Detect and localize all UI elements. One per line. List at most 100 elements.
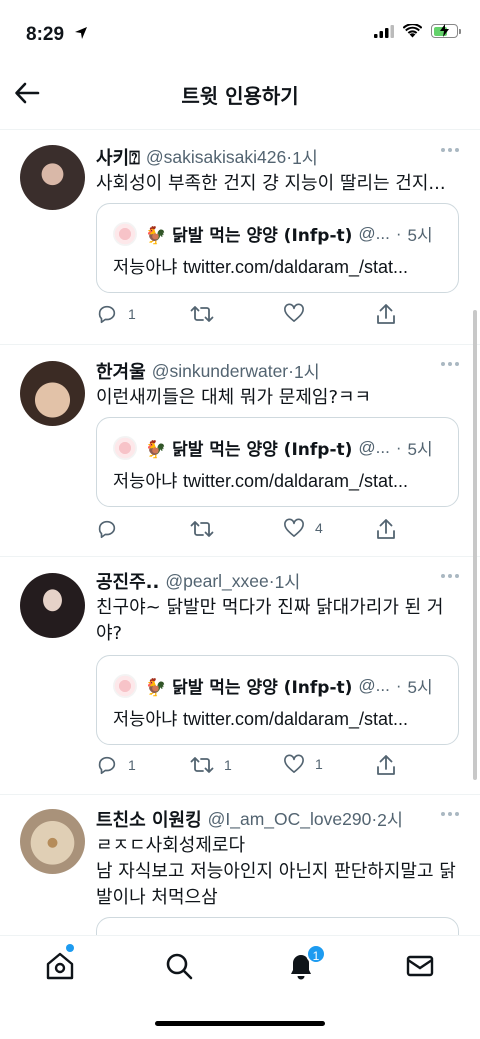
display-name[interactable]: 한겨울 (96, 359, 146, 383)
retweet-icon (190, 757, 214, 773)
quoted-display-name: 🐓 닭발 먹는 양양 (Infp-t) (145, 226, 353, 246)
display-name[interactable]: 트친소 이원킹 (96, 807, 202, 831)
quoted-tweet-card[interactable]: 🐓 닭발 먹는 양양 (Infp-t) @... · 5시 저능아냐 twitt… (96, 655, 459, 745)
username[interactable]: @sakisakisaki426 (146, 147, 286, 168)
page-header: 트윗 인용하기 (0, 70, 480, 130)
wifi-icon (403, 24, 422, 38)
retweet-count: 1 (224, 757, 232, 773)
scrollbar[interactable] (473, 310, 477, 780)
retweet-button[interactable] (190, 303, 224, 325)
username[interactable]: @pearl_xxee (165, 571, 268, 592)
quoted-tweet-card[interactable] (96, 917, 459, 935)
avatar[interactable] (20, 809, 85, 874)
like-button[interactable]: 4 (283, 518, 323, 538)
quoted-timestamp: 5시 (407, 678, 433, 697)
tweet-text-line-1: ㄹㅈㄷ사회성제로다 (96, 835, 246, 856)
tweet-item[interactable]: 사키⍰ @sakisakisaki426 · 1시 사회성이 부족한 건지 걍 … (0, 131, 480, 345)
quoted-text-prefix: 저능아냐 (113, 710, 183, 730)
quoted-tweet-link[interactable]: twitter.com/daldaram_/stat... (183, 471, 408, 491)
share-button[interactable] (376, 303, 396, 325)
reply-button[interactable] (96, 518, 128, 540)
retweet-button[interactable]: 1 (190, 754, 232, 776)
reply-count: 1 (128, 757, 136, 773)
quoted-username: @... (358, 223, 390, 243)
quoted-timestamp: 5시 (407, 226, 433, 245)
quoted-tweet-text: 저능아냐 twitter.com/daldaram_/stat... (113, 468, 448, 493)
quoted-tweet-meta: 🐓 닭발 먹는 양양 (Infp-t) @... · 5시 (113, 221, 443, 246)
avatar[interactable] (20, 573, 85, 638)
retweet-icon (190, 306, 214, 322)
username[interactable]: @sinkunderwater (152, 361, 288, 382)
reply-button[interactable]: 1 (96, 754, 136, 776)
quoted-avatar (113, 221, 137, 246)
status-indicators (374, 24, 461, 38)
home-icon[interactable] (44, 950, 76, 982)
tweet-text-line-2: 남 자식보고 저능아인지 아닌지 판단하지말고 닭발이나 처먹으삼 (96, 861, 456, 908)
charging-bolt-icon (440, 24, 449, 37)
reply-count: 1 (128, 306, 136, 322)
avatar[interactable] (20, 145, 85, 210)
quoted-display-name: 🐓 닭발 먹는 양양 (Infp-t) (145, 678, 353, 698)
quoted-tweet-card[interactable]: 🐓 닭발 먹는 양양 (Infp-t) @... · 5시 저능아냐 twitt… (96, 203, 459, 293)
timestamp[interactable]: 1시 (294, 359, 320, 383)
quoted-tweet-link[interactable]: twitter.com/daldaram_/stat... (183, 257, 408, 277)
tweet-item[interactable]: 한겨울 @sinkunderwater · 1시 이런새끼들은 대체 뭐가 문제… (0, 345, 480, 557)
like-button[interactable] (283, 303, 315, 323)
tweet-item[interactable]: 공진주.. @pearl_xxee · 1시 친구야~ 닭발만 먹다가 진짜 닭… (0, 557, 480, 795)
like-count: 1 (315, 756, 323, 772)
quoted-text-prefix: 저능아냐 (113, 258, 183, 278)
quoted-username: @... (358, 675, 390, 695)
quoted-timestamp: 5시 (407, 440, 433, 459)
timestamp[interactable]: 2시 (377, 807, 403, 831)
quoted-tweet-meta: 🐓 닭발 먹는 양양 (Infp-t) @... · 5시 (113, 435, 443, 460)
home-indicator (155, 1021, 325, 1026)
tweet-text: 이런새끼들은 대체 뭐가 문제임?ㅋㅋ (96, 387, 372, 408)
avatar[interactable] (20, 361, 85, 426)
tweet-text: 친구야~ 닭발만 먹다가 진짜 닭대가리가 된 거야? (96, 597, 444, 644)
display-name[interactable]: 공진주.. (96, 569, 159, 593)
like-button[interactable]: 1 (283, 754, 323, 774)
battery-icon (431, 24, 461, 38)
quoted-text-prefix: 저능아냐 (113, 472, 183, 492)
tweet-actions: 4 (96, 518, 406, 542)
retweet-button[interactable] (190, 518, 224, 540)
share-button[interactable] (376, 518, 396, 540)
quoted-avatar (113, 673, 137, 698)
timestamp[interactable]: 1시 (292, 145, 318, 169)
username[interactable]: @I_am_OC_love290 (208, 809, 372, 830)
notification-badge: 1 (306, 944, 326, 964)
page-title: 트윗 인용하기 (181, 84, 299, 108)
signal-icon (374, 24, 394, 38)
quoted-username: @... (358, 437, 390, 457)
share-button[interactable] (376, 754, 396, 776)
tweet-meta: 사키⍰ @sakisakisaki426 · 1시 (96, 145, 460, 170)
mail-icon[interactable] (404, 950, 436, 982)
quoted-tweet-card[interactable]: 🐓 닭발 먹는 양양 (Infp-t) @... · 5시 저능아냐 twitt… (96, 417, 459, 507)
quoted-display-name: 🐓 닭발 먹는 양양 (Infp-t) (145, 440, 353, 460)
quoted-tweet-text: 저능아냐 twitter.com/daldaram_/stat... (113, 706, 448, 731)
share-icon (377, 755, 395, 775)
tweet-actions: 1 (96, 303, 406, 327)
tweet-meta: 공진주.. @pearl_xxee · 1시 (96, 569, 460, 594)
quoted-tweet-meta: 🐓 닭발 먹는 양양 (Infp-t) @... · 5시 (113, 673, 443, 698)
like-count: 4 (315, 520, 323, 536)
heart-icon (284, 303, 304, 322)
separator-dot: · (395, 437, 402, 457)
search-icon[interactable] (163, 950, 195, 982)
status-bar: 8:29 (0, 0, 480, 70)
tweet-actions: 1 1 1 (96, 754, 406, 778)
reply-icon (98, 756, 116, 775)
reply-button[interactable]: 1 (96, 303, 136, 325)
reply-icon (98, 520, 116, 539)
quoted-tweet-link[interactable]: twitter.com/daldaram_/stat... (183, 709, 408, 729)
tweet-text: 사회성이 부족한 건지 걍 지능이 딸리는 건지... (96, 173, 446, 194)
tweet-item[interactable]: 트친소 이원킹 @I_am_OC_love290 · 2시 ㄹㅈㄷ사회성제로다 … (0, 795, 480, 935)
separator-dot: · (395, 223, 402, 243)
display-name[interactable]: 사키⍰ (96, 145, 140, 169)
timestamp[interactable]: 1시 (275, 569, 301, 593)
location-arrow-icon (75, 27, 87, 39)
heart-icon (284, 518, 304, 537)
separator-dot: · (395, 675, 402, 695)
share-icon (377, 519, 395, 539)
share-icon (377, 304, 395, 324)
